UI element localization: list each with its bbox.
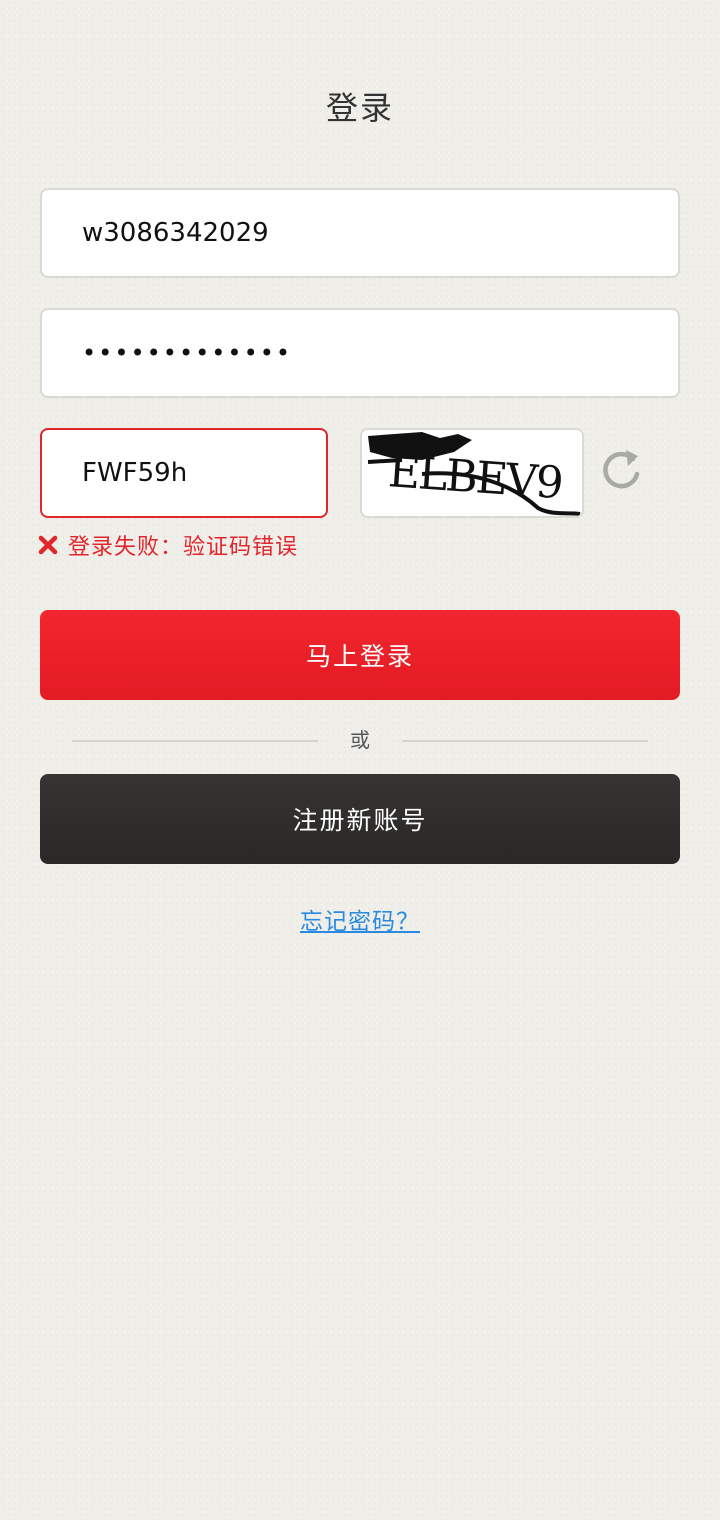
captcha-image[interactable]: ELBEV9 xyxy=(360,428,584,518)
error-message: 登录失败：验证码错误 xyxy=(38,528,298,562)
error-text: 登录失败：验证码错误 xyxy=(68,535,299,560)
username-field[interactable] xyxy=(40,188,680,278)
divider: 或 xyxy=(72,724,648,756)
close-x-icon xyxy=(38,535,58,555)
forgot-password: 忘记密码？ xyxy=(0,902,720,936)
captcha-field[interactable] xyxy=(40,428,328,518)
username-input[interactable] xyxy=(82,190,678,276)
password-field[interactable] xyxy=(40,308,680,398)
divider-line-right xyxy=(402,740,648,742)
login-button[interactable]: 马上登录 xyxy=(40,610,680,700)
register-button[interactable]: 注册新账号 xyxy=(40,774,680,864)
forgot-password-link[interactable]: 忘记密码？ xyxy=(300,909,420,935)
password-input[interactable] xyxy=(82,310,678,396)
page-title: 登录 xyxy=(325,89,394,127)
refresh-icon[interactable] xyxy=(600,446,644,492)
captcha-input[interactable] xyxy=(82,430,326,516)
